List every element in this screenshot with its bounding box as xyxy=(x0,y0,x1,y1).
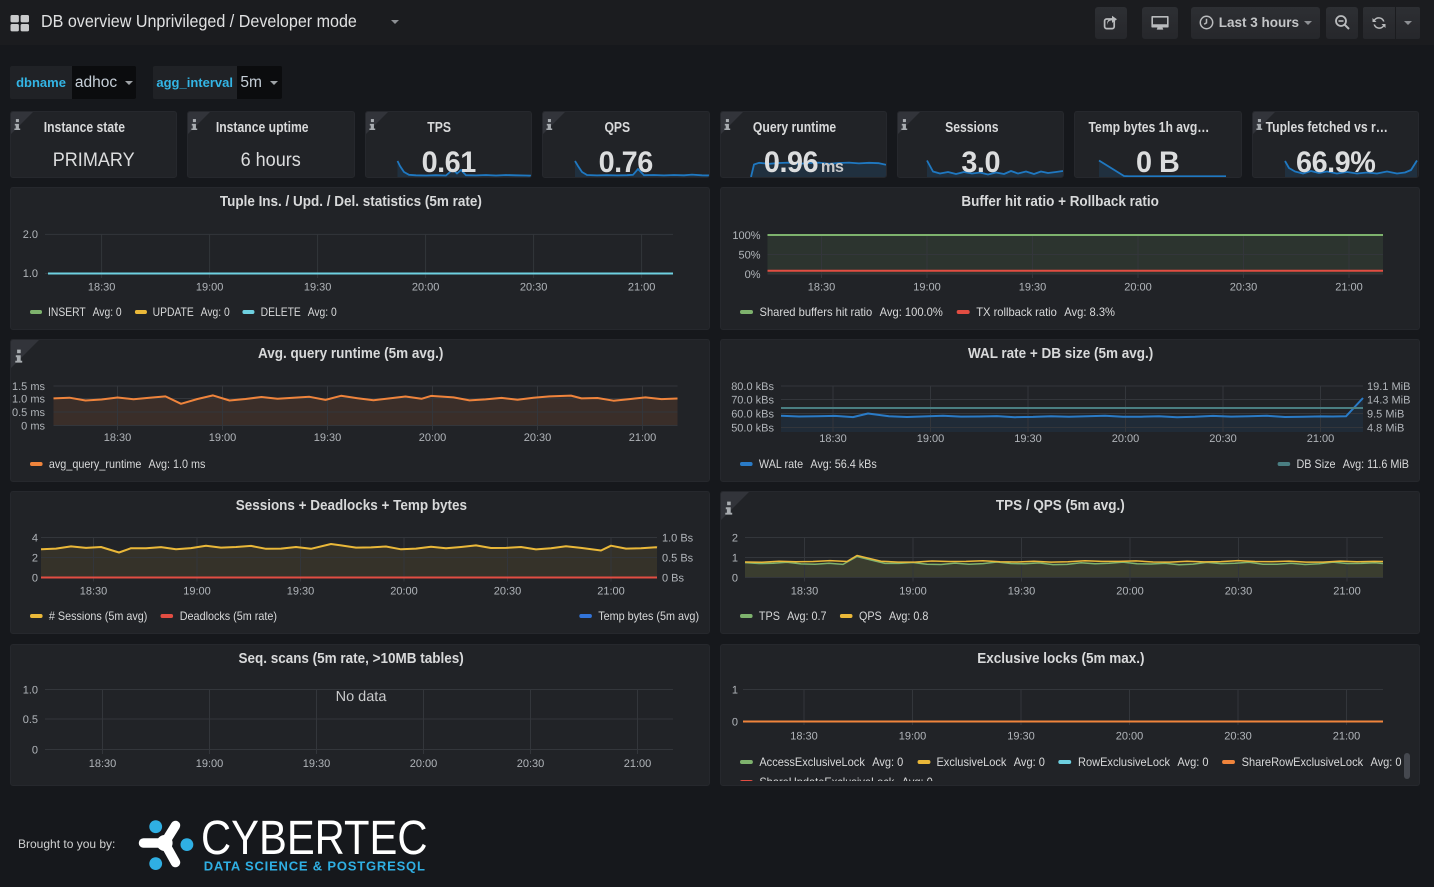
svg-text:19:00: 19:00 xyxy=(913,281,941,293)
svg-text:20:00: 20:00 xyxy=(412,281,440,293)
svg-text:20:00: 20:00 xyxy=(1116,585,1144,597)
svg-text:20:30: 20:30 xyxy=(520,281,548,293)
svg-text:4.8 MiB: 4.8 MiB xyxy=(1366,423,1403,435)
svg-text:1.0: 1.0 xyxy=(23,268,38,280)
svg-text:CYBERTEC: CYBERTEC xyxy=(201,810,428,864)
svg-text:19:00: 19:00 xyxy=(196,758,224,770)
svg-text:20:00: 20:00 xyxy=(1115,730,1143,742)
svg-text:20:30: 20:30 xyxy=(1229,281,1257,293)
svg-text:0: 0 xyxy=(731,716,737,728)
svg-text:19:00: 19:00 xyxy=(899,585,927,597)
svg-text:9.5 MiB: 9.5 MiB xyxy=(1366,409,1403,421)
svg-text:21:00: 21:00 xyxy=(1335,281,1363,293)
svg-text:14.3 MiB: 14.3 MiB xyxy=(1366,395,1409,407)
svg-text:20:00: 20:00 xyxy=(1111,433,1139,445)
svg-text:60.0 kBs: 60.0 kBs xyxy=(731,408,774,420)
svg-text:21:00: 21:00 xyxy=(628,281,656,293)
svg-text:18:30: 18:30 xyxy=(80,585,108,597)
svg-text:18:30: 18:30 xyxy=(104,432,132,444)
svg-text:19:30: 19:30 xyxy=(1007,730,1035,742)
svg-text:21:00: 21:00 xyxy=(624,758,652,770)
svg-text:0: 0 xyxy=(731,572,737,584)
svg-text:18:30: 18:30 xyxy=(790,730,818,742)
svg-text:1: 1 xyxy=(731,684,737,696)
svg-text:18:30: 18:30 xyxy=(819,433,847,445)
svg-text:20:30: 20:30 xyxy=(494,585,522,597)
svg-text:21:00: 21:00 xyxy=(629,432,657,444)
svg-text:18:30: 18:30 xyxy=(89,758,117,770)
svg-text:19:30: 19:30 xyxy=(287,585,315,597)
svg-text:2.0: 2.0 xyxy=(23,229,38,241)
svg-text:80.0 kBs: 80.0 kBs xyxy=(731,381,774,393)
svg-text:20:00: 20:00 xyxy=(419,432,447,444)
svg-text:19:30: 19:30 xyxy=(1007,585,1035,597)
svg-text:1.5 ms: 1.5 ms xyxy=(12,381,46,393)
svg-text:18:30: 18:30 xyxy=(88,281,116,293)
svg-text:20:30: 20:30 xyxy=(517,758,545,770)
svg-text:0%: 0% xyxy=(744,269,760,281)
svg-text:1: 1 xyxy=(731,552,737,564)
svg-text:0 Bs: 0 Bs xyxy=(662,573,685,585)
svg-text:0: 0 xyxy=(32,744,38,756)
svg-text:21:00: 21:00 xyxy=(1333,585,1361,597)
svg-text:20:30: 20:30 xyxy=(1209,433,1237,445)
svg-text:19:30: 19:30 xyxy=(314,432,342,444)
svg-text:19:00: 19:00 xyxy=(898,730,926,742)
svg-text:70.0 kBs: 70.0 kBs xyxy=(731,394,774,406)
svg-text:19:30: 19:30 xyxy=(303,758,331,770)
svg-text:20:00: 20:00 xyxy=(390,585,418,597)
svg-text:2: 2 xyxy=(32,552,38,564)
svg-text:0.5 Bs: 0.5 Bs xyxy=(662,553,694,565)
svg-text:1.0 ms: 1.0 ms xyxy=(12,393,46,405)
svg-text:19:30: 19:30 xyxy=(304,281,332,293)
svg-text:0 ms: 0 ms xyxy=(21,420,45,432)
svg-text:20:30: 20:30 xyxy=(1224,730,1252,742)
svg-text:20:30: 20:30 xyxy=(1224,585,1252,597)
svg-text:19:00: 19:00 xyxy=(916,433,944,445)
svg-text:19:30: 19:30 xyxy=(1014,433,1042,445)
svg-text:21:00: 21:00 xyxy=(1332,730,1360,742)
svg-text:50%: 50% xyxy=(738,249,760,261)
svg-text:18:30: 18:30 xyxy=(807,281,835,293)
svg-text:19:00: 19:00 xyxy=(209,432,237,444)
svg-text:50.0 kBs: 50.0 kBs xyxy=(731,422,774,434)
svg-text:21:00: 21:00 xyxy=(1306,433,1334,445)
svg-text:19:00: 19:00 xyxy=(196,281,224,293)
svg-text:2: 2 xyxy=(731,532,737,544)
svg-text:4: 4 xyxy=(32,532,38,544)
svg-text:100%: 100% xyxy=(732,230,760,242)
svg-text:21:00: 21:00 xyxy=(597,585,625,597)
svg-text:No data: No data xyxy=(336,689,388,705)
svg-text:20:00: 20:00 xyxy=(410,758,438,770)
svg-text:18:30: 18:30 xyxy=(790,585,818,597)
svg-text:20:30: 20:30 xyxy=(524,432,552,444)
svg-text:1.0: 1.0 xyxy=(23,684,38,696)
svg-text:19:00: 19:00 xyxy=(183,585,211,597)
svg-text:DATA SCIENCE & POSTGRESQL: DATA SCIENCE & POSTGRESQL xyxy=(204,858,426,873)
svg-text:0: 0 xyxy=(32,572,38,584)
svg-text:20:00: 20:00 xyxy=(1124,281,1152,293)
svg-text:19:30: 19:30 xyxy=(1018,281,1046,293)
svg-text:1.0 Bs: 1.0 Bs xyxy=(662,533,694,545)
svg-text:0.5 ms: 0.5 ms xyxy=(12,407,46,419)
svg-text:0.5: 0.5 xyxy=(23,714,38,726)
svg-text:19.1 MiB: 19.1 MiB xyxy=(1366,381,1409,393)
